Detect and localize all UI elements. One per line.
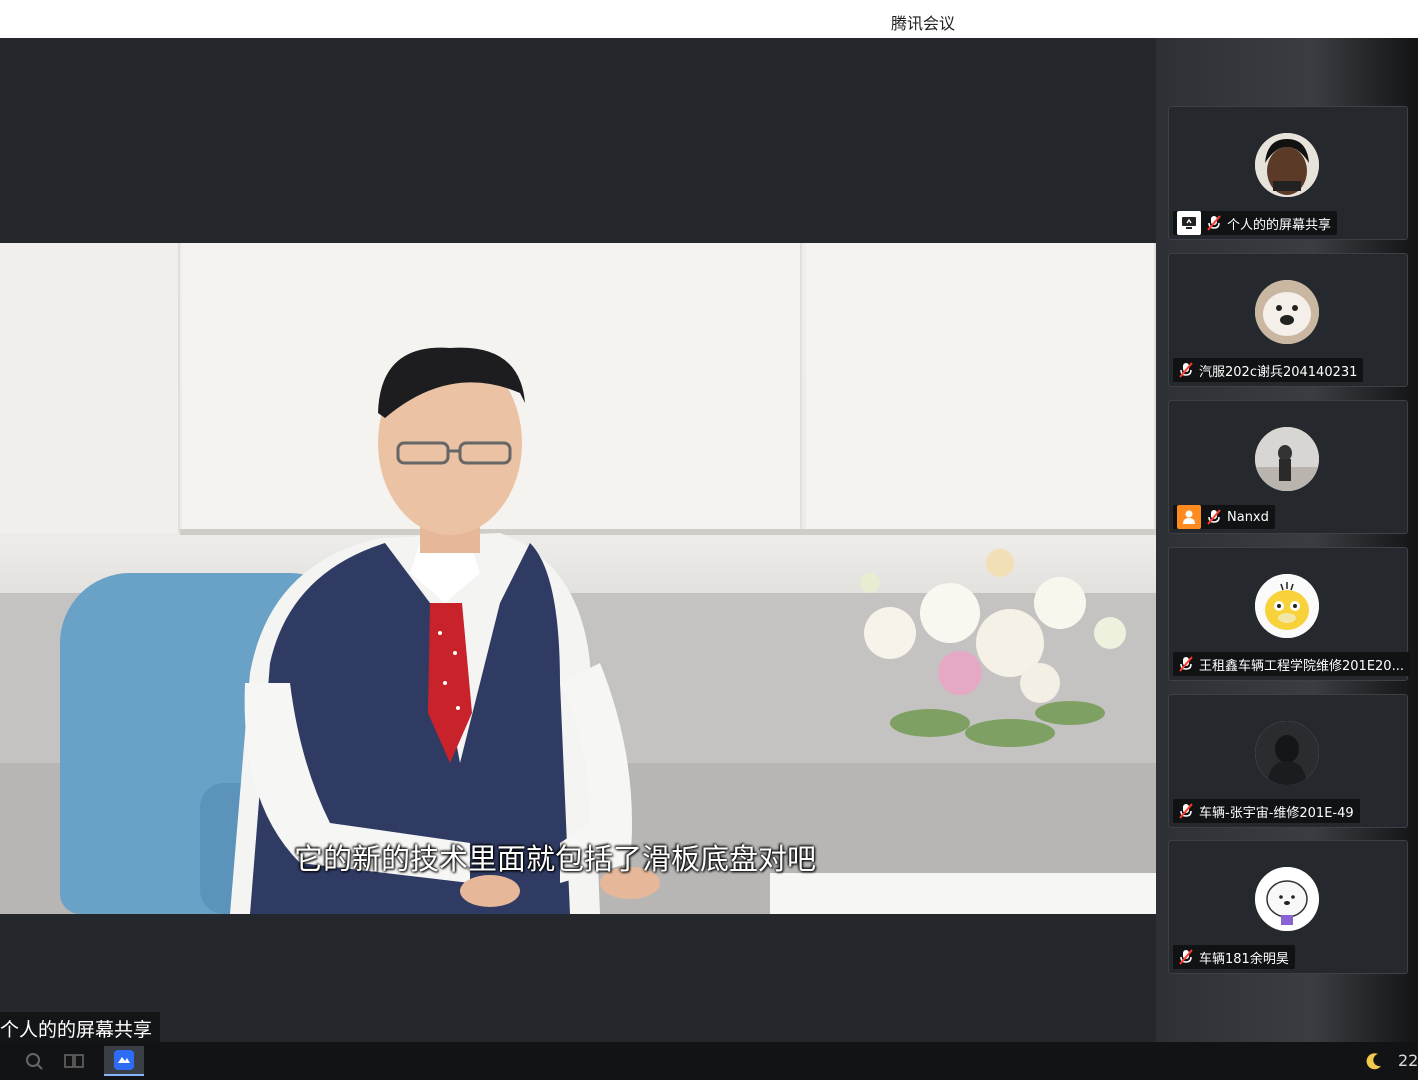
participant-name-bar: 王租鑫车辆工程学院维修201E20... [1173,652,1410,676]
mic-muted-icon [1179,803,1193,819]
avatar [1255,721,1319,785]
participant-name-bar: 个人的的屏幕共享 [1173,211,1338,235]
participant-name: 车辆-张宇宙-维修201E-49 [1199,805,1354,821]
shared-screen-video: 它的新的技术里面就包括了滑板底盘对吧 [0,243,1156,914]
mic-muted-icon [1207,215,1221,231]
participant-name: Nanxd [1227,509,1269,525]
participant-name-bar: Nanxd [1173,505,1275,529]
moon-icon[interactable] [1358,1046,1390,1076]
avatar [1255,574,1319,638]
avatar [1255,280,1319,344]
participant-tile[interactable]: 汽服202c谢兵204140231 [1168,253,1408,387]
participant-sidebar[interactable]: 个人的的屏幕共享 汽服202c谢兵204140231 Nanxd 王租鑫车辆工程… [1156,38,1418,1042]
participant-name: 王租鑫车辆工程学院维修201E20... [1199,658,1404,674]
taskbar: 22 [0,1042,1418,1080]
tencent-meeting-icon[interactable] [104,1046,144,1076]
participant-name: 汽服202c谢兵204140231 [1199,364,1358,380]
participant-name-bar: 车辆181余明昊 [1173,945,1295,969]
taskbar-clock: 22 [1398,1051,1418,1070]
avatar [1255,133,1319,197]
video-subtitle-text: 它的新的技术里面就包括了滑板底盘对吧 [293,842,816,876]
participant-name: 车辆181余明昊 [1199,951,1289,967]
mic-muted-icon [1179,362,1193,378]
video-subtitle: 它的新的技术里面就包括了滑板底盘对吧 [0,836,1110,878]
flower-bouquet [860,549,1126,747]
participant-name-bar: 车辆-张宇宙-维修201E-49 [1173,799,1360,823]
participant-tile[interactable]: 车辆181余明昊 [1168,840,1408,974]
screen-share-icon [1177,211,1201,235]
window-title: 腾讯会议 [890,14,955,33]
screen-share-label-text: 个人的的屏幕共享 [0,1019,153,1041]
mic-muted-icon [1207,509,1221,525]
search-icon[interactable] [18,1046,50,1076]
task-view-icon[interactable] [58,1046,90,1076]
avatar [1255,867,1319,931]
participant-tile[interactable]: 个人的的屏幕共享 [1168,106,1408,240]
mic-muted-icon [1179,656,1193,672]
host-icon [1177,505,1201,529]
participant-tile[interactable]: Nanxd [1168,400,1408,534]
screen-share-label: 个人的的屏幕共享 [0,1012,161,1044]
title-bar: 腾讯会议 [0,0,1418,38]
avatar [1255,427,1319,491]
participant-tile[interactable]: 王租鑫车辆工程学院维修201E20... [1168,547,1410,681]
coffee-table [770,873,1156,914]
main-stage: 它的新的技术里面就包括了滑板底盘对吧 [0,38,1156,1042]
mic-muted-icon [1179,949,1193,965]
participant-name: 个人的的屏幕共享 [1227,217,1332,233]
participant-name-bar: 汽服202c谢兵204140231 [1173,358,1364,382]
participant-tile[interactable]: 车辆-张宇宙-维修201E-49 [1168,694,1408,828]
